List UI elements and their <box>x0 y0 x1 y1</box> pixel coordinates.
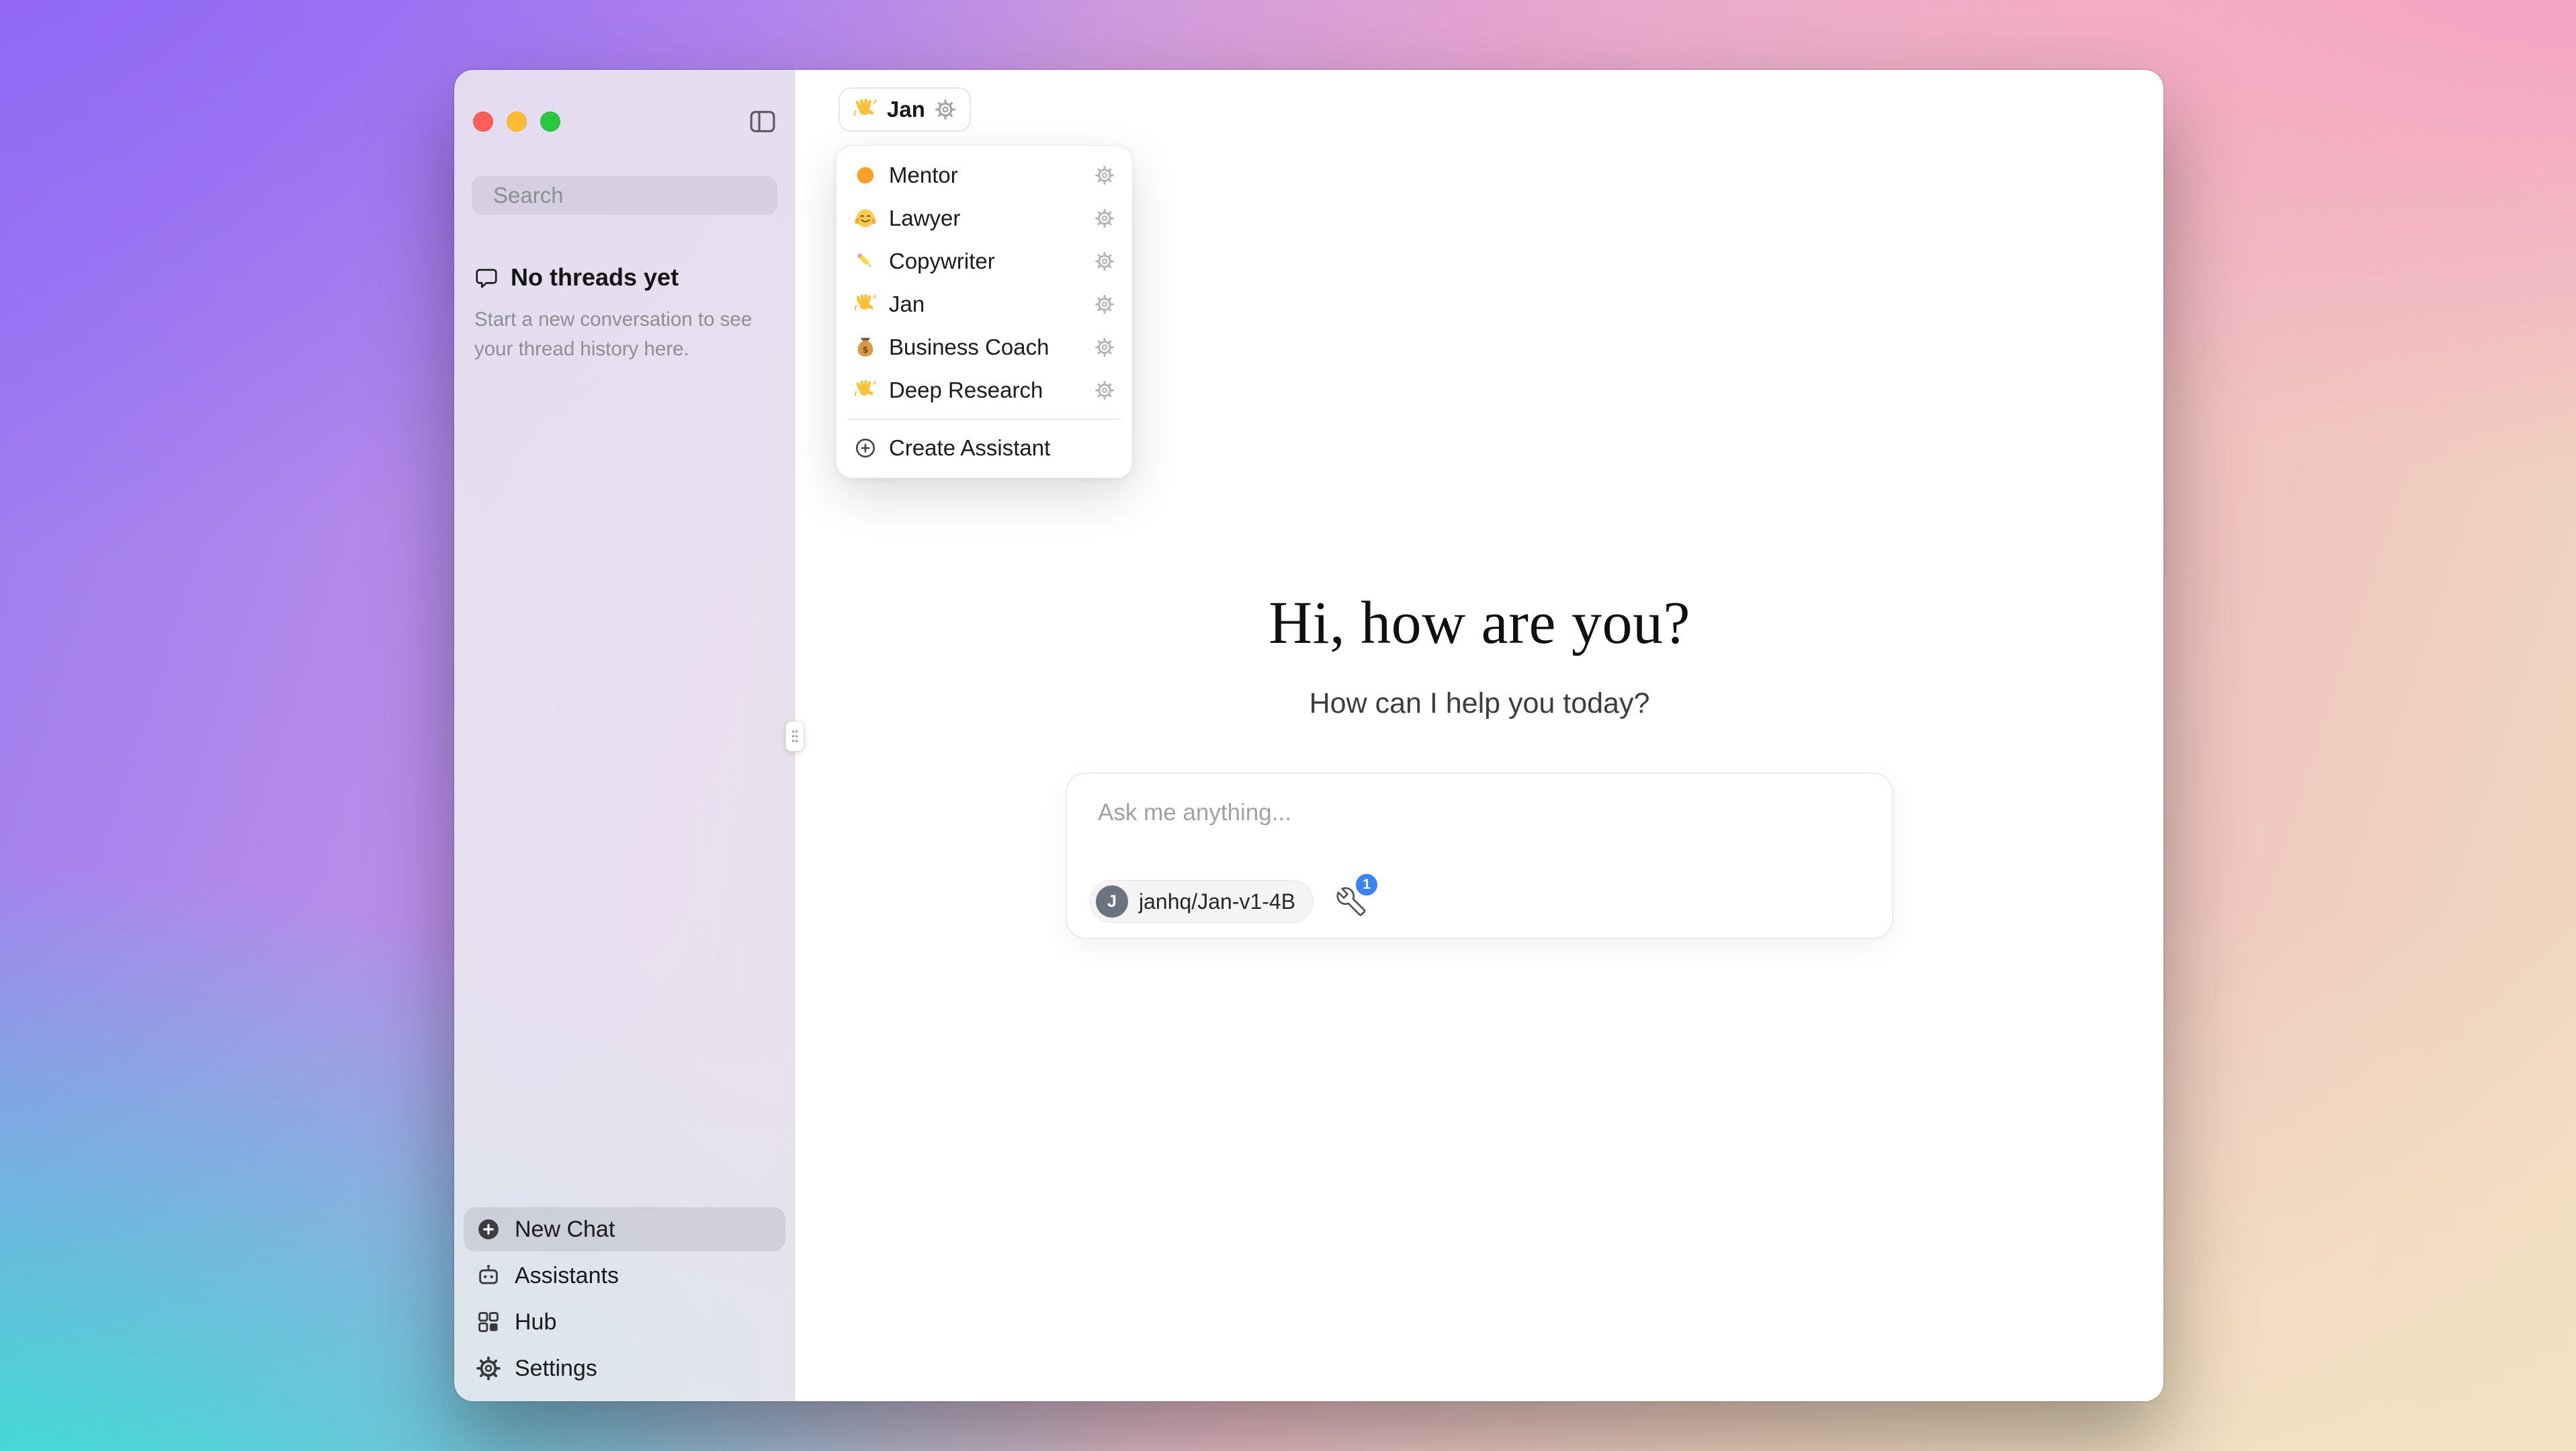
toggle-sidebar-button[interactable] <box>748 107 777 136</box>
assistant-gear-icon[interactable] <box>1094 208 1115 228</box>
sidebar-item-hub[interactable]: Hub <box>464 1300 785 1344</box>
model-name: janhq/Jan-v1-4B <box>1139 889 1295 914</box>
assistant-gear-icon[interactable] <box>1094 337 1115 357</box>
assistant-label: Jan <box>889 292 925 317</box>
assistant-gear-icon[interactable] <box>1094 294 1115 314</box>
assistant-menu-item-copywriter[interactable]: Copywriter <box>843 240 1125 283</box>
sidebar-item-assistants[interactable]: Assistants <box>464 1254 785 1298</box>
window-controls <box>473 112 560 132</box>
create-assistant-button[interactable]: Create Assistant <box>843 427 1125 470</box>
assistant-menu: Mentor <box>836 145 1133 478</box>
sidebar-header <box>454 70 795 145</box>
sidebar-item-settings[interactable]: Settings <box>464 1346 785 1391</box>
plus-circle-icon <box>854 437 877 459</box>
main-panel: Jan Mentor <box>795 70 2163 1401</box>
assistant-label: Deep Research <box>889 378 1043 403</box>
empty-state-title: No threads yet <box>511 263 679 292</box>
chat-bubble-icon <box>474 265 499 290</box>
plus-circle-icon <box>476 1217 501 1242</box>
wave-emoji-icon <box>854 293 877 316</box>
greeting-subtitle: How can I help you today? <box>796 687 2163 720</box>
sidebar-resize-handle[interactable] <box>785 721 804 752</box>
composer-toolbar: J janhq/Jan-v1-4B 1 <box>1090 880 1366 923</box>
nav-label: New Chat <box>515 1217 615 1243</box>
hugging-face-emoji-icon <box>854 207 877 230</box>
sidebar-item-new-chat[interactable]: New Chat <box>464 1207 785 1251</box>
assistant-gear-icon[interactable] <box>1094 380 1115 400</box>
assistant-gear-icon[interactable] <box>1094 251 1115 271</box>
assistant-label: Mentor <box>889 163 958 188</box>
assistant-label: Lawyer <box>889 206 960 231</box>
model-selector[interactable]: J janhq/Jan-v1-4B <box>1090 880 1314 923</box>
nav-label: Assistants <box>515 1263 619 1289</box>
search-input[interactable] <box>493 183 779 208</box>
composer[interactable]: J janhq/Jan-v1-4B 1 <box>1066 773 1893 939</box>
create-assistant-label: Create Assistant <box>889 435 1050 461</box>
robot-icon <box>476 1263 501 1288</box>
gear-icon <box>476 1356 501 1381</box>
assistant-label: Copywriter <box>889 249 995 274</box>
assistant-label: Business Coach <box>889 335 1049 360</box>
grid-icon <box>476 1309 501 1335</box>
svg-text:$: $ <box>862 345 868 355</box>
nav-label: Settings <box>515 1356 597 1382</box>
assistant-menu-item-business-coach[interactable]: $ Business Coach <box>843 326 1125 369</box>
empty-state-description: Start a new conversation to see your thr… <box>474 305 773 365</box>
pencil-emoji-icon <box>854 250 877 273</box>
assistant-gear-icon[interactable] <box>1094 165 1115 185</box>
current-assistant-name: Jan <box>887 97 925 122</box>
assistant-menu-item-jan[interactable]: Jan <box>843 283 1125 326</box>
close-window-button[interactable] <box>473 112 493 132</box>
sidebar-nav: New Chat Assistants H <box>464 1207 785 1391</box>
wave-emoji-icon <box>854 379 877 402</box>
wave-emoji-icon <box>853 97 877 122</box>
minimize-window-button[interactable] <box>507 112 527 132</box>
tools-button[interactable]: 1 <box>1336 887 1366 916</box>
assistant-selector-button[interactable]: Jan <box>839 87 971 132</box>
orange-circle-emoji-icon <box>854 164 877 187</box>
money-bag-emoji-icon: $ <box>854 336 877 359</box>
grip-dots-icon <box>790 728 800 744</box>
nav-label: Hub <box>515 1309 556 1335</box>
tools-count-badge: 1 <box>1354 872 1379 897</box>
app-window: No threads yet Start a new conversation … <box>454 70 2163 1401</box>
menu-divider <box>847 419 1121 420</box>
assistant-settings-gear-icon[interactable] <box>935 99 956 120</box>
sidebar: No threads yet Start a new conversation … <box>454 70 795 1401</box>
sidebar-toggle-icon <box>748 107 777 136</box>
assistant-menu-item-mentor[interactable]: Mentor <box>843 154 1125 197</box>
thread-empty-state: No threads yet Start a new conversation … <box>474 263 776 365</box>
zoom-window-button[interactable] <box>540 112 560 132</box>
assistant-menu-item-deep-research[interactable]: Deep Research <box>843 369 1125 412</box>
assistant-menu-item-lawyer[interactable]: Lawyer <box>843 197 1125 240</box>
search-field[interactable] <box>472 176 777 215</box>
greeting-title: Hi, how are you? <box>796 588 2163 658</box>
greeting: Hi, how are you? How can I help you toda… <box>796 588 2163 720</box>
model-avatar: J <box>1096 885 1128 918</box>
message-input[interactable] <box>1098 799 1861 826</box>
